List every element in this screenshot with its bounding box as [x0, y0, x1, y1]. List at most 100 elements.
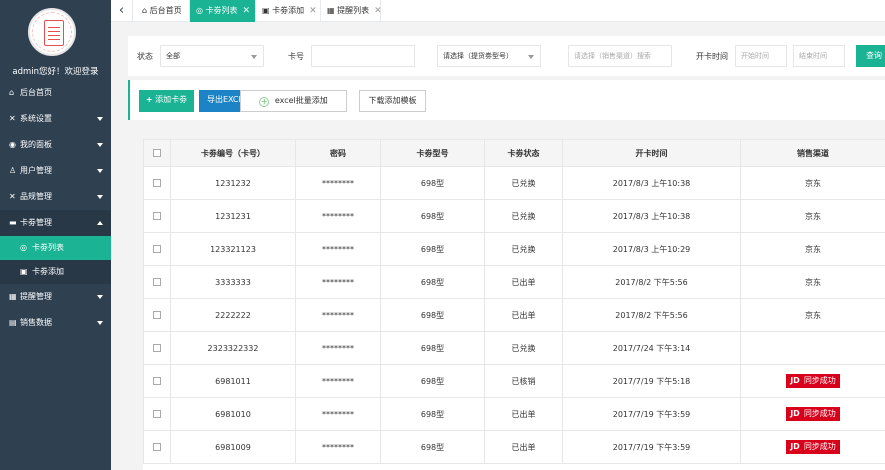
tab-3[interactable]: ▦ 提醒列表 ✕ — [321, 0, 382, 22]
sidebar-item-2[interactable]: ◉ 我的面板 — [0, 132, 111, 158]
password-cell: ******** — [295, 265, 381, 299]
col-card-model[interactable]: 卡劵型号 — [380, 139, 485, 167]
row-select-cell — [143, 232, 171, 266]
card-id-cell: 1231231 — [170, 199, 296, 233]
row-checkbox[interactable] — [153, 377, 161, 385]
row-select-cell — [143, 364, 171, 398]
excel-batch-add-button[interactable]: + excel批量添加 — [240, 90, 347, 112]
close-icon[interactable]: ✕ — [309, 6, 317, 16]
sidebar-subitem-1[interactable]: ▣ 卡劵添加 — [0, 260, 111, 284]
search-button[interactable]: 查询 — [856, 45, 885, 67]
row-checkbox[interactable] — [153, 245, 161, 253]
download-template-button[interactable]: 下载添加模板 — [359, 90, 426, 112]
card-status-cell: 已兑换 — [484, 166, 563, 200]
sidebar-subitem-label: 卡劵列表 — [32, 243, 64, 252]
card-icon: ▣ — [262, 6, 273, 15]
col-password[interactable]: 密码 — [295, 139, 381, 167]
table-row[interactable]: 3333333 ******** 698型 已出单 2017/8/2 下午5:56 京东 — [143, 265, 885, 299]
sidebar-item-5[interactable]: ▬ 卡劵管理 — [0, 210, 111, 236]
card-status-cell: 已核销 — [484, 364, 563, 398]
select-all-checkbox[interactable] — [153, 149, 161, 157]
close-icon[interactable]: ✕ — [243, 6, 251, 16]
col-sales-channel[interactable]: 销售渠道 — [740, 139, 885, 167]
table-row[interactable]: 1231231 ******** 698型 已兑换 2017/8/3 上午10:38 京东 — [143, 199, 885, 233]
tab-1[interactable]: ◎ 卡劵列表 ✕ — [190, 0, 256, 22]
col-card-id[interactable]: 卡劵编号（卡号） — [170, 139, 296, 167]
open-time-cell: 2017/7/19 下午5:18 — [562, 364, 741, 398]
table-header-row: 卡劵编号（卡号） 密码 卡劵型号 卡劵状态 开卡时间 销售渠道 — [143, 139, 885, 167]
table-row[interactable]: 2222222 ******** 698型 已出单 2017/8/2 下午5:56 京东 — [143, 298, 885, 332]
row-checkbox[interactable] — [153, 212, 161, 220]
users-icon: ♙ — [9, 166, 17, 175]
tab-0[interactable]: ⌂ 后台首页 — [136, 0, 190, 22]
card-table: 卡劵编号（卡号） 密码 卡劵型号 卡劵状态 开卡时间 销售渠道 1231232 *… — [143, 139, 885, 464]
card-id-cell: 6981010 — [170, 397, 296, 431]
home-icon: ⌂ — [142, 6, 150, 15]
ticket-icon: ▬ — [9, 218, 17, 227]
row-select-cell — [143, 430, 171, 464]
row-checkbox[interactable] — [153, 443, 161, 451]
sidebar-subitem-0[interactable]: ◎ 卡劵列表 — [0, 236, 111, 260]
open-time-cell: 2017/8/2 下午5:56 — [562, 265, 741, 299]
tools-icon: ✕ — [9, 192, 16, 201]
status-select[interactable]: 全部 — [160, 45, 264, 67]
channel-select[interactable]: 请选择（销售渠道）搜索 — [568, 45, 672, 67]
sidebar-item-0[interactable]: ⌂ 后台首页 — [0, 80, 111, 106]
col-card-status[interactable]: 卡劵状态 — [484, 139, 563, 167]
tab-bar: ‹ ⌂ 后台首页 ◎ 卡劵列表 ✕ ▣ 卡劵添加 ✕ ▦ 提醒列表 ✕ — [111, 0, 885, 22]
table-row[interactable]: 6981010 ******** 698型 已出单 2017/7/19 下午3:59 JD… — [143, 397, 885, 431]
card-id-cell: 123321123 — [170, 232, 296, 266]
table-row[interactable]: 6981009 ******** 698型 已出单 2017/7/19 下午3:59 JD… — [143, 430, 885, 464]
tab-label: 提醒列表 — [337, 6, 370, 15]
close-icon[interactable]: ✕ — [374, 6, 382, 16]
chevron-down-icon — [97, 117, 103, 121]
sidebar-item-a1[interactable]: ▤ 销售数据 — [0, 310, 111, 336]
card-status-cell: 已出单 — [484, 265, 563, 299]
sidebar-item-a0[interactable]: ▦ 提醒管理 — [0, 284, 111, 310]
card-type-select[interactable]: 请选择（提货劵型号） — [437, 45, 541, 67]
tab-2[interactable]: ▣ 卡劵添加 ✕ — [256, 0, 321, 22]
row-checkbox[interactable] — [153, 410, 161, 418]
table-row[interactable]: 2323322332 ******** 698型 已兑换 2017/7/24 下午3:1… — [143, 331, 885, 365]
sync-status-text: 同步成功 — [803, 376, 836, 385]
open-time-cell: 2017/7/24 下午3:14 — [562, 331, 741, 365]
row-checkbox[interactable] — [153, 344, 161, 352]
col-open-time[interactable]: 开卡时间 — [562, 139, 741, 167]
card-table-container: 卡劵编号（卡号） 密码 卡劵型号 卡劵状态 开卡时间 销售渠道 1231232 *… — [143, 139, 885, 470]
password-cell: ******** — [295, 166, 381, 200]
card-no-input[interactable] — [311, 45, 415, 67]
table-row[interactable]: 123321123 ******** 698型 已兑换 2017/8/3 上午10:29… — [143, 232, 885, 266]
sync-status-text: 同步成功 — [803, 409, 836, 418]
sidebar-item-4[interactable]: ✕ 品规管理 — [0, 184, 111, 210]
table-row[interactable]: 1231232 ******** 698型 已兑换 2017/8/3 上午10:38 京东 — [143, 166, 885, 200]
password-cell: ******** — [295, 331, 381, 365]
jd-logo-icon: JD — [790, 409, 800, 418]
add-card-button[interactable]: + 添加卡劵 — [139, 90, 194, 112]
avatar[interactable] — [28, 8, 76, 56]
open-time-cell: 2017/8/3 上午10:38 — [562, 166, 741, 200]
password-cell: ******** — [295, 232, 381, 266]
card-model-cell: 698型 — [380, 199, 485, 233]
sidebar-item-label: 后台首页 — [20, 88, 52, 97]
row-checkbox[interactable] — [153, 311, 161, 319]
sync-success-badge: JD 同步成功 — [786, 374, 840, 388]
open-time-cell: 2017/7/19 下午3:59 — [562, 397, 741, 431]
card-no-label: 卡号 — [288, 52, 304, 61]
end-time-input[interactable]: 结束时间 — [793, 45, 845, 67]
sidebar-item-3[interactable]: ♙ 用户管理 — [0, 158, 111, 184]
sales-channel-cell: JD 同步成功 — [740, 430, 885, 464]
start-time-input[interactable]: 开始时间 — [735, 45, 787, 67]
sidebar-item-1[interactable]: ✕ 系统设置 — [0, 106, 111, 132]
chevron-down-icon — [97, 295, 103, 299]
sales-channel-cell: 京东 — [740, 199, 885, 233]
row-checkbox[interactable] — [153, 278, 161, 286]
open-time-label: 开卡时间 — [696, 52, 728, 61]
document-icon — [44, 20, 64, 46]
back-chevron-icon[interactable]: ‹ — [111, 0, 133, 22]
card-model-cell: 698型 — [380, 265, 485, 299]
select-all-header — [143, 139, 171, 167]
sales-channel-cell: JD 同步成功 — [740, 397, 885, 431]
card-model-cell: 698型 — [380, 331, 485, 365]
table-row[interactable]: 6981011 ******** 698型 已核销 2017/7/19 下午5:18 JD… — [143, 364, 885, 398]
row-checkbox[interactable] — [153, 179, 161, 187]
